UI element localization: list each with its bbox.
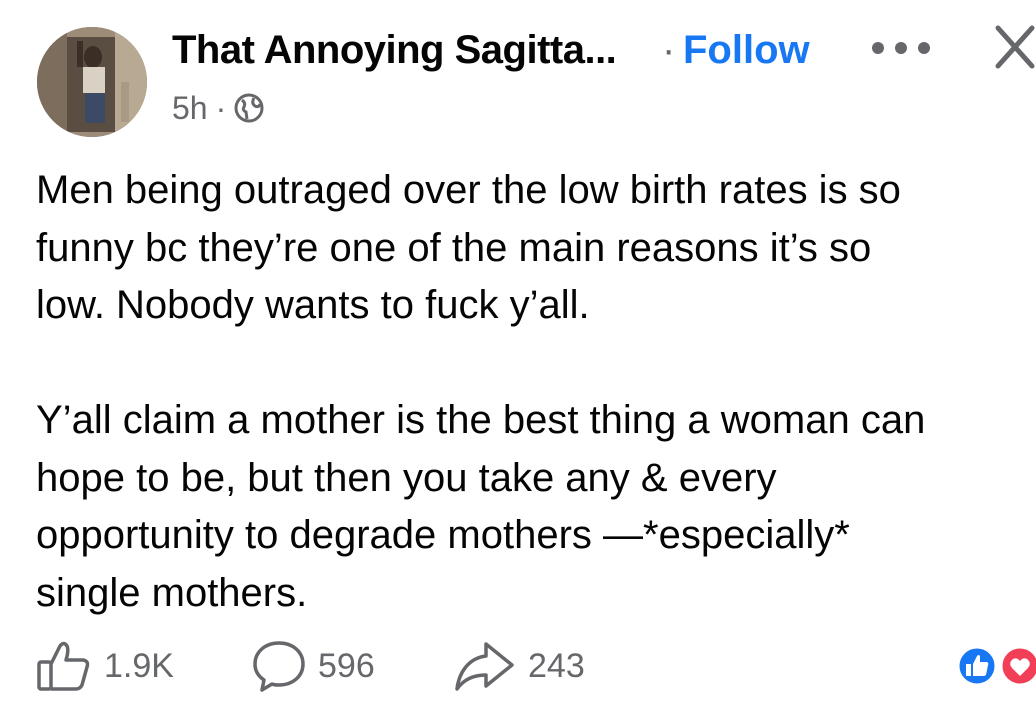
meta-separator: · [215, 89, 227, 126]
like-reaction-icon [956, 645, 998, 687]
like-button[interactable]: 1.9K [36, 640, 174, 692]
comment-button[interactable]: 596 [252, 640, 375, 692]
share-count: 243 [528, 646, 585, 685]
share-button[interactable]: 243 [454, 640, 585, 692]
love-reaction-icon [999, 645, 1036, 687]
close-icon[interactable] [994, 22, 1036, 72]
comment-count: 596 [318, 646, 375, 685]
like-count: 1.9K [104, 646, 174, 685]
post-time[interactable]: 5h [172, 90, 208, 127]
share-icon [455, 642, 514, 691]
more-options-icon[interactable] [870, 38, 932, 58]
avatar[interactable] [37, 27, 147, 137]
post-meta: 5h · [172, 88, 264, 128]
header-separator: · [662, 28, 676, 72]
comment-icon [253, 641, 305, 692]
like-icon [37, 641, 90, 691]
globe-icon [234, 93, 264, 123]
reactions-summary[interactable] [956, 645, 1036, 687]
post-text: Men being outraged over the low birth ra… [36, 168, 926, 615]
avatar-photo [37, 27, 147, 137]
author-name[interactable]: That Annoying Sagitta... [172, 28, 617, 73]
follow-button[interactable]: Follow [683, 28, 810, 73]
